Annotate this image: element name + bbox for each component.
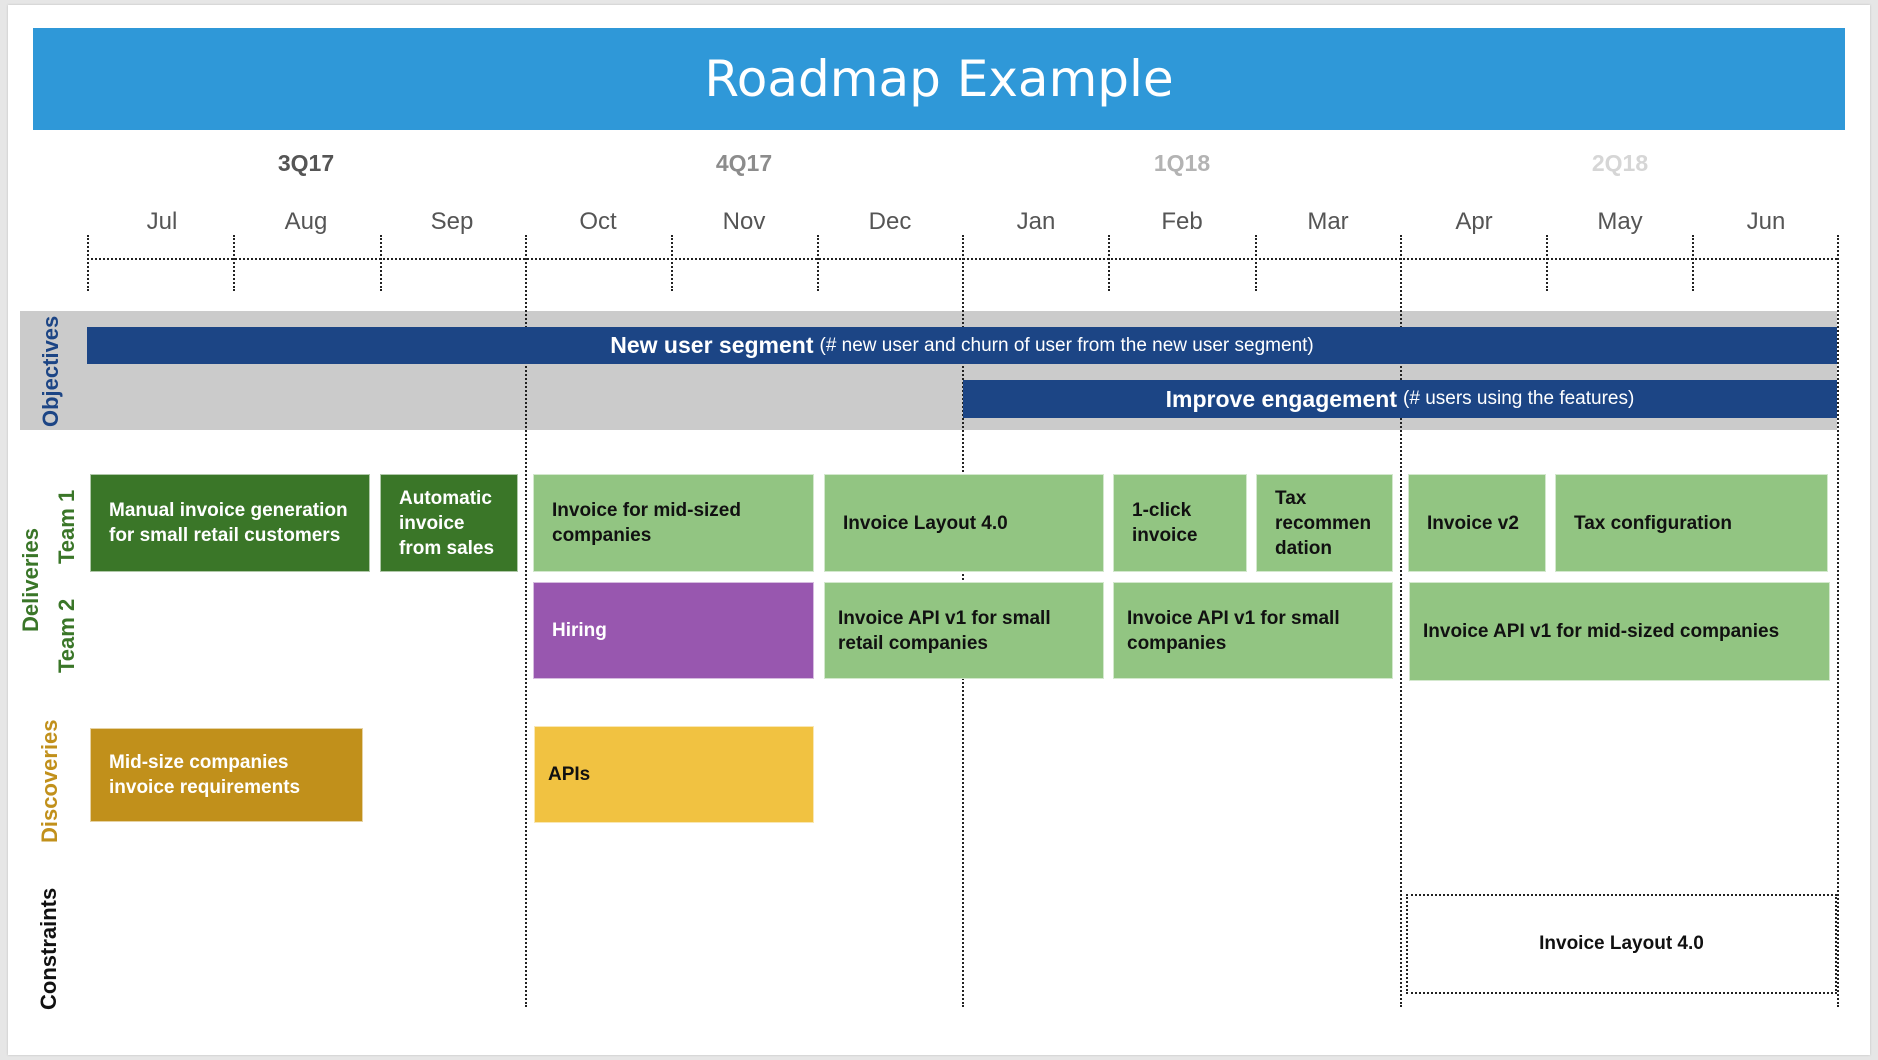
month-tick xyxy=(233,235,235,291)
quarter-label: 3Q17 xyxy=(277,150,335,176)
deliverable-card[interactable]: Invoice Layout 4.0 xyxy=(824,474,1104,572)
month-tick xyxy=(817,235,819,291)
month-tick xyxy=(671,235,673,291)
deliverable-card[interactable]: Manual invoice generation for small reta… xyxy=(90,474,370,572)
deliverable-card[interactable]: Automatic invoice from sales xyxy=(380,474,518,572)
month-tick xyxy=(87,235,89,291)
roadmap-title: Roadmap Example xyxy=(704,50,1174,108)
month-tick xyxy=(1692,235,1694,291)
discovery-card[interactable]: APIs xyxy=(534,726,814,823)
month-label: Mar xyxy=(1307,208,1349,235)
quarter-label: 2Q18 xyxy=(1591,150,1649,176)
deliverable-card[interactable]: Tax configuration xyxy=(1555,474,1828,572)
month-label: Jan xyxy=(1016,208,1056,235)
month-label: Oct xyxy=(579,208,617,235)
quarter-label: 4Q17 xyxy=(715,150,773,176)
month-label: Dec xyxy=(868,208,912,235)
row-label-constraints: Constraints xyxy=(36,887,61,1010)
row-label-discoveries: Discoveries xyxy=(37,719,62,843)
objective-metric: (# users using the features) xyxy=(1403,388,1635,409)
row-label-objectives: Objectives xyxy=(38,315,63,427)
objective-title: Improve engagement xyxy=(1165,385,1398,412)
month-label: Sep xyxy=(430,208,474,235)
month-tick xyxy=(380,235,382,291)
deliverable-card[interactable]: Tax recommen dation xyxy=(1256,474,1393,572)
deliverable-card[interactable]: Invoice for mid-sized companies xyxy=(533,474,814,572)
row-label-team1: Team 1 xyxy=(54,489,79,564)
deliverable-card[interactable]: Invoice API v1 for mid-sized companies xyxy=(1409,582,1830,681)
month-label: Apr xyxy=(1455,208,1493,235)
constraint-card[interactable]: Invoice Layout 4.0 xyxy=(1406,894,1837,994)
deliverable-card[interactable]: Invoice v2 xyxy=(1408,474,1546,572)
deliverable-card[interactable]: Hiring xyxy=(533,582,814,679)
objective-title: New user segment xyxy=(610,332,814,358)
month-label: Jul xyxy=(146,208,178,235)
quarter-divider xyxy=(1837,235,1839,1007)
quarter-label: 1Q18 xyxy=(1153,150,1211,176)
month-label: Nov xyxy=(722,208,766,235)
deliverable-card[interactable]: Invoice API v1 for small retail companie… xyxy=(824,582,1104,679)
month-label: Jun xyxy=(1746,208,1786,235)
month-tick xyxy=(1546,235,1548,291)
month-label: May xyxy=(1597,208,1643,235)
month-tick xyxy=(1255,235,1257,291)
month-tick xyxy=(1108,235,1110,291)
objective-new-user-segment[interactable]: New user segment (# new user and churn o… xyxy=(87,327,1837,364)
discovery-card[interactable]: Mid-size companies invoice requirements xyxy=(90,728,363,822)
row-label-deliveries: Deliveries xyxy=(18,528,43,632)
title-bar: Roadmap Example xyxy=(33,28,1845,130)
month-label: Aug xyxy=(284,208,328,235)
deliverable-card[interactable]: 1-click invoice xyxy=(1113,474,1247,572)
month-label: Feb xyxy=(1161,208,1203,235)
objective-improve-engagement[interactable]: Improve engagement (# users using the fe… xyxy=(963,380,1837,418)
row-label-team2: Team 2 xyxy=(54,598,79,673)
objective-metric: (# new user and churn of user from the n… xyxy=(819,334,1314,356)
deliverable-card[interactable]: Invoice API v1 for small companies xyxy=(1113,582,1393,679)
